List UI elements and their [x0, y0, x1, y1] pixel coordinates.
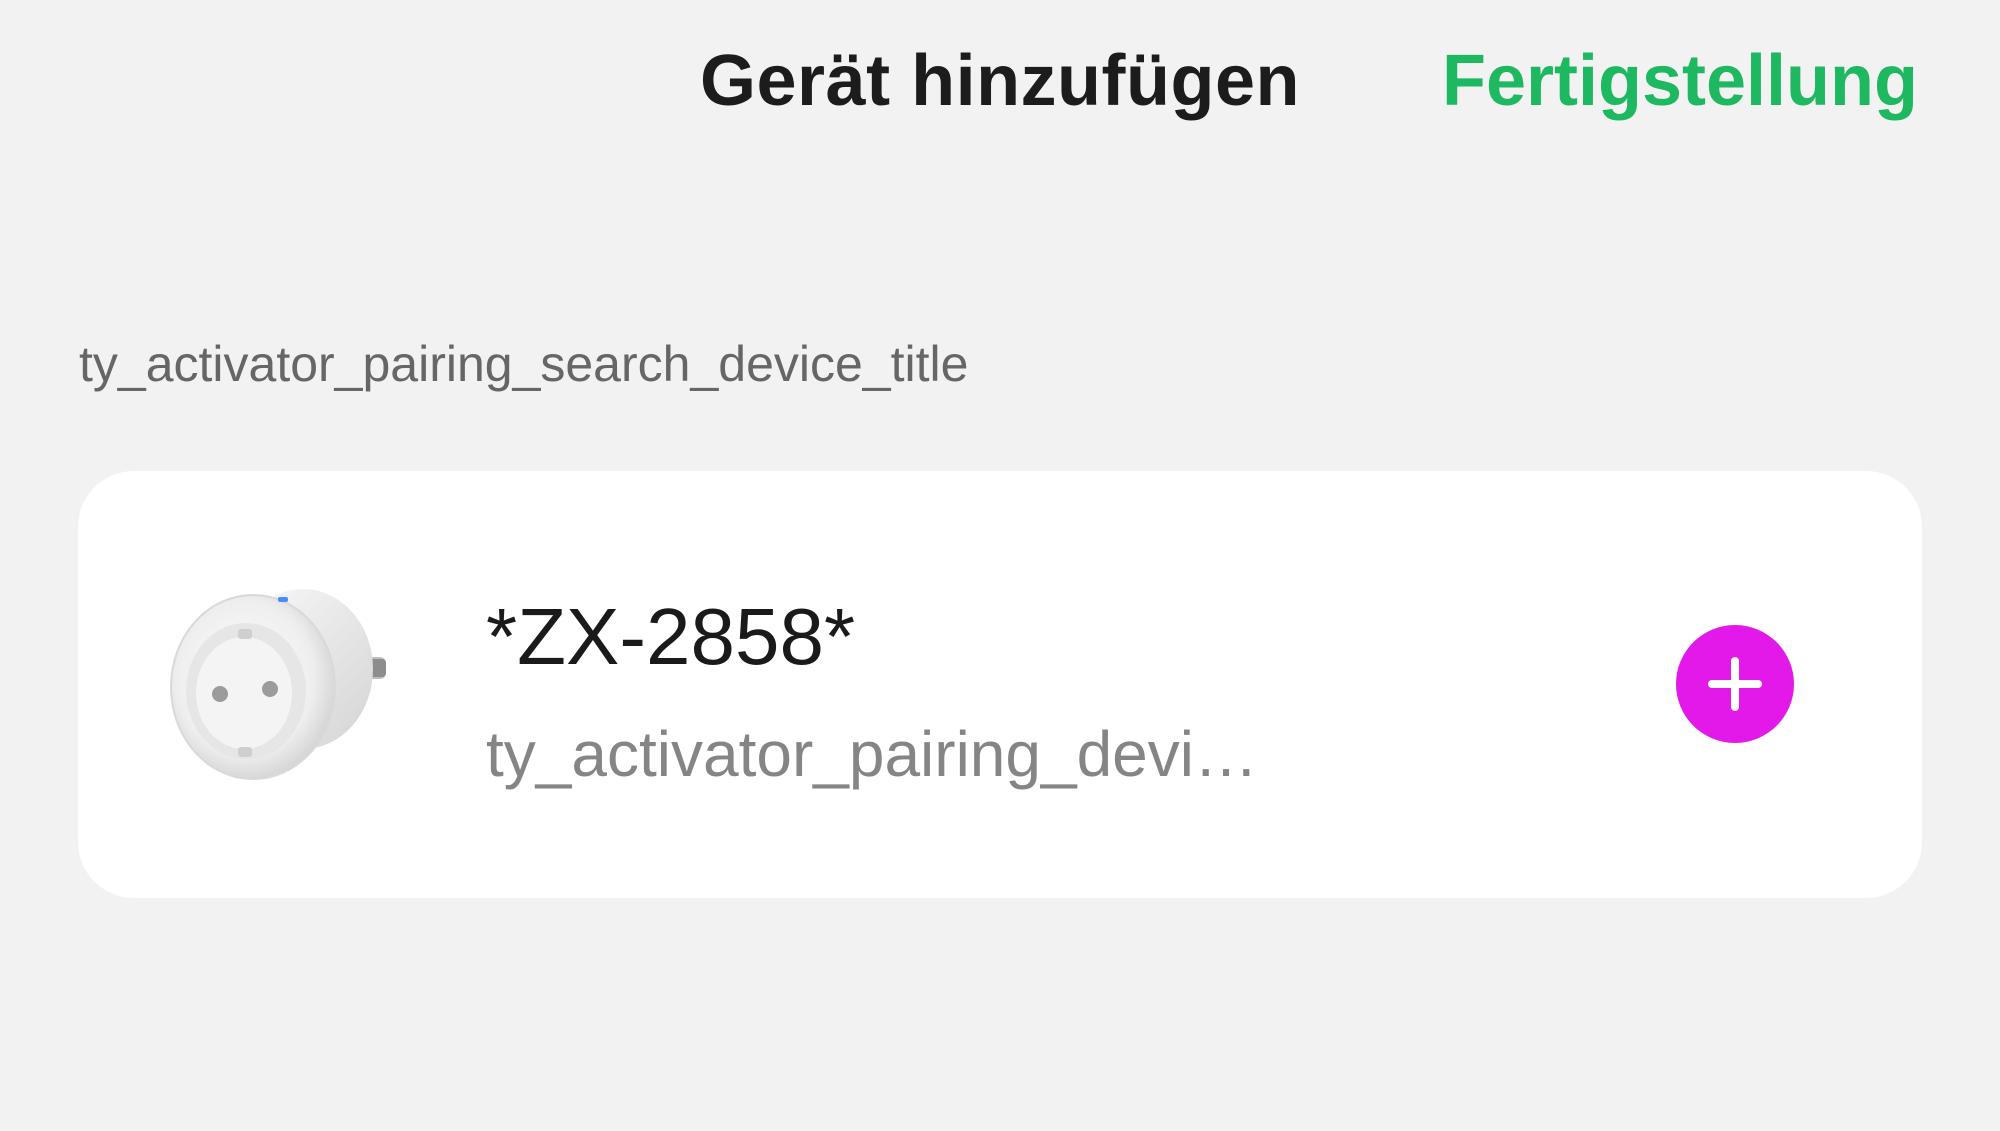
header-bar: Gerät hinzufügen Fertigstellung [0, 0, 2000, 180]
add-device-button[interactable] [1676, 625, 1794, 743]
plus-icon [1708, 657, 1762, 711]
device-name: *ZX-2858* [486, 592, 856, 681]
section-title: ty_activator_pairing_search_device_title [79, 336, 969, 392]
smart-plug-icon [158, 579, 418, 789]
device-status: ty_activator_pairing_device_will... [486, 718, 1286, 790]
finish-button[interactable]: Fertigstellung [1442, 40, 1918, 122]
device-card[interactable]: *ZX-2858* ty_activator_pairing_device_wi… [78, 471, 1922, 898]
